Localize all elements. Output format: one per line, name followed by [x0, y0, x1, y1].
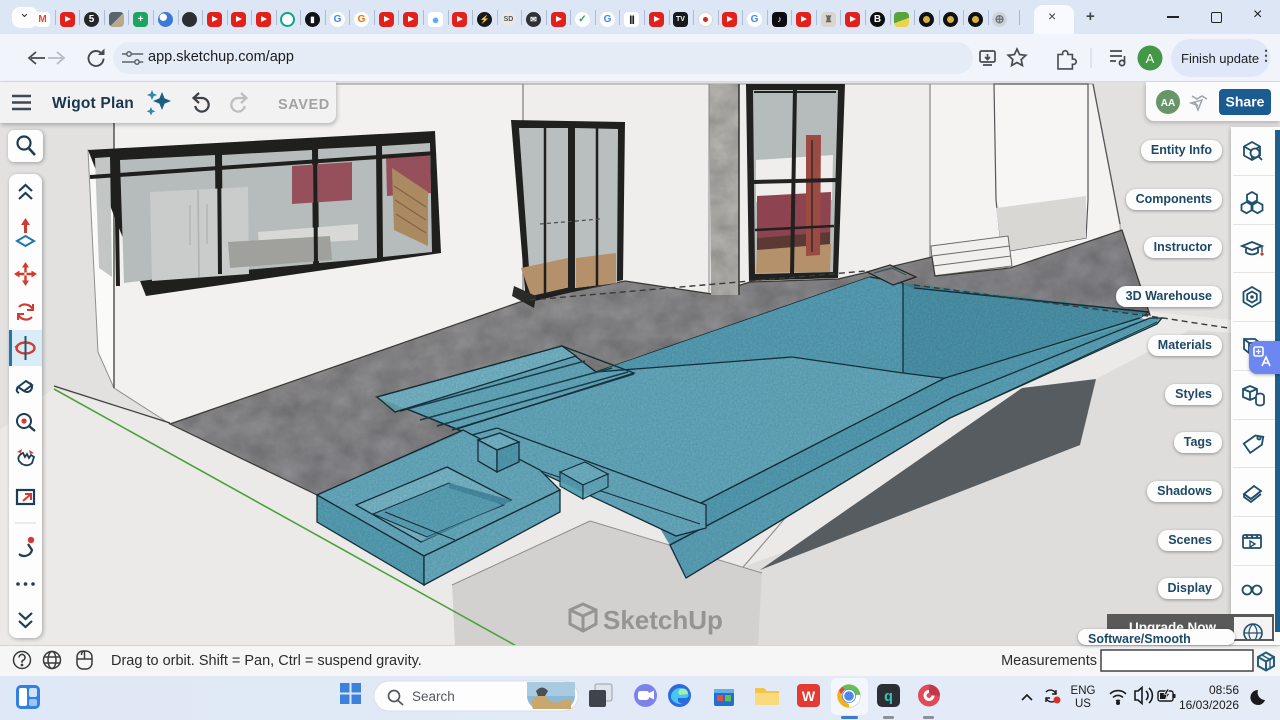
svg-text:Share: Share [1226, 94, 1265, 110]
svg-text:Wigot Plan: Wigot Plan [52, 95, 134, 112]
svg-text:Measurements: Measurements [1001, 653, 1097, 669]
svg-text:A: A [1146, 51, 1155, 66]
svg-text:SAVED: SAVED [278, 97, 330, 113]
svg-text:AA: AA [1161, 98, 1175, 109]
svg-text:08:56: 08:56 [1209, 683, 1239, 697]
svg-text:Search: Search [412, 689, 455, 704]
svg-text:q: q [884, 689, 893, 706]
svg-text:US: US [1075, 698, 1091, 710]
svg-text:Drag to orbit. Shift = Pan, Ct: Drag to orbit. Shift = Pan, Ctrl = suspe… [111, 653, 422, 669]
svg-text:ENG: ENG [1071, 685, 1096, 697]
svg-text:SketchUp: SketchUp [603, 605, 723, 635]
svg-text:16/03/2026: 16/03/2026 [1179, 698, 1239, 712]
svg-text:W: W [802, 688, 816, 704]
